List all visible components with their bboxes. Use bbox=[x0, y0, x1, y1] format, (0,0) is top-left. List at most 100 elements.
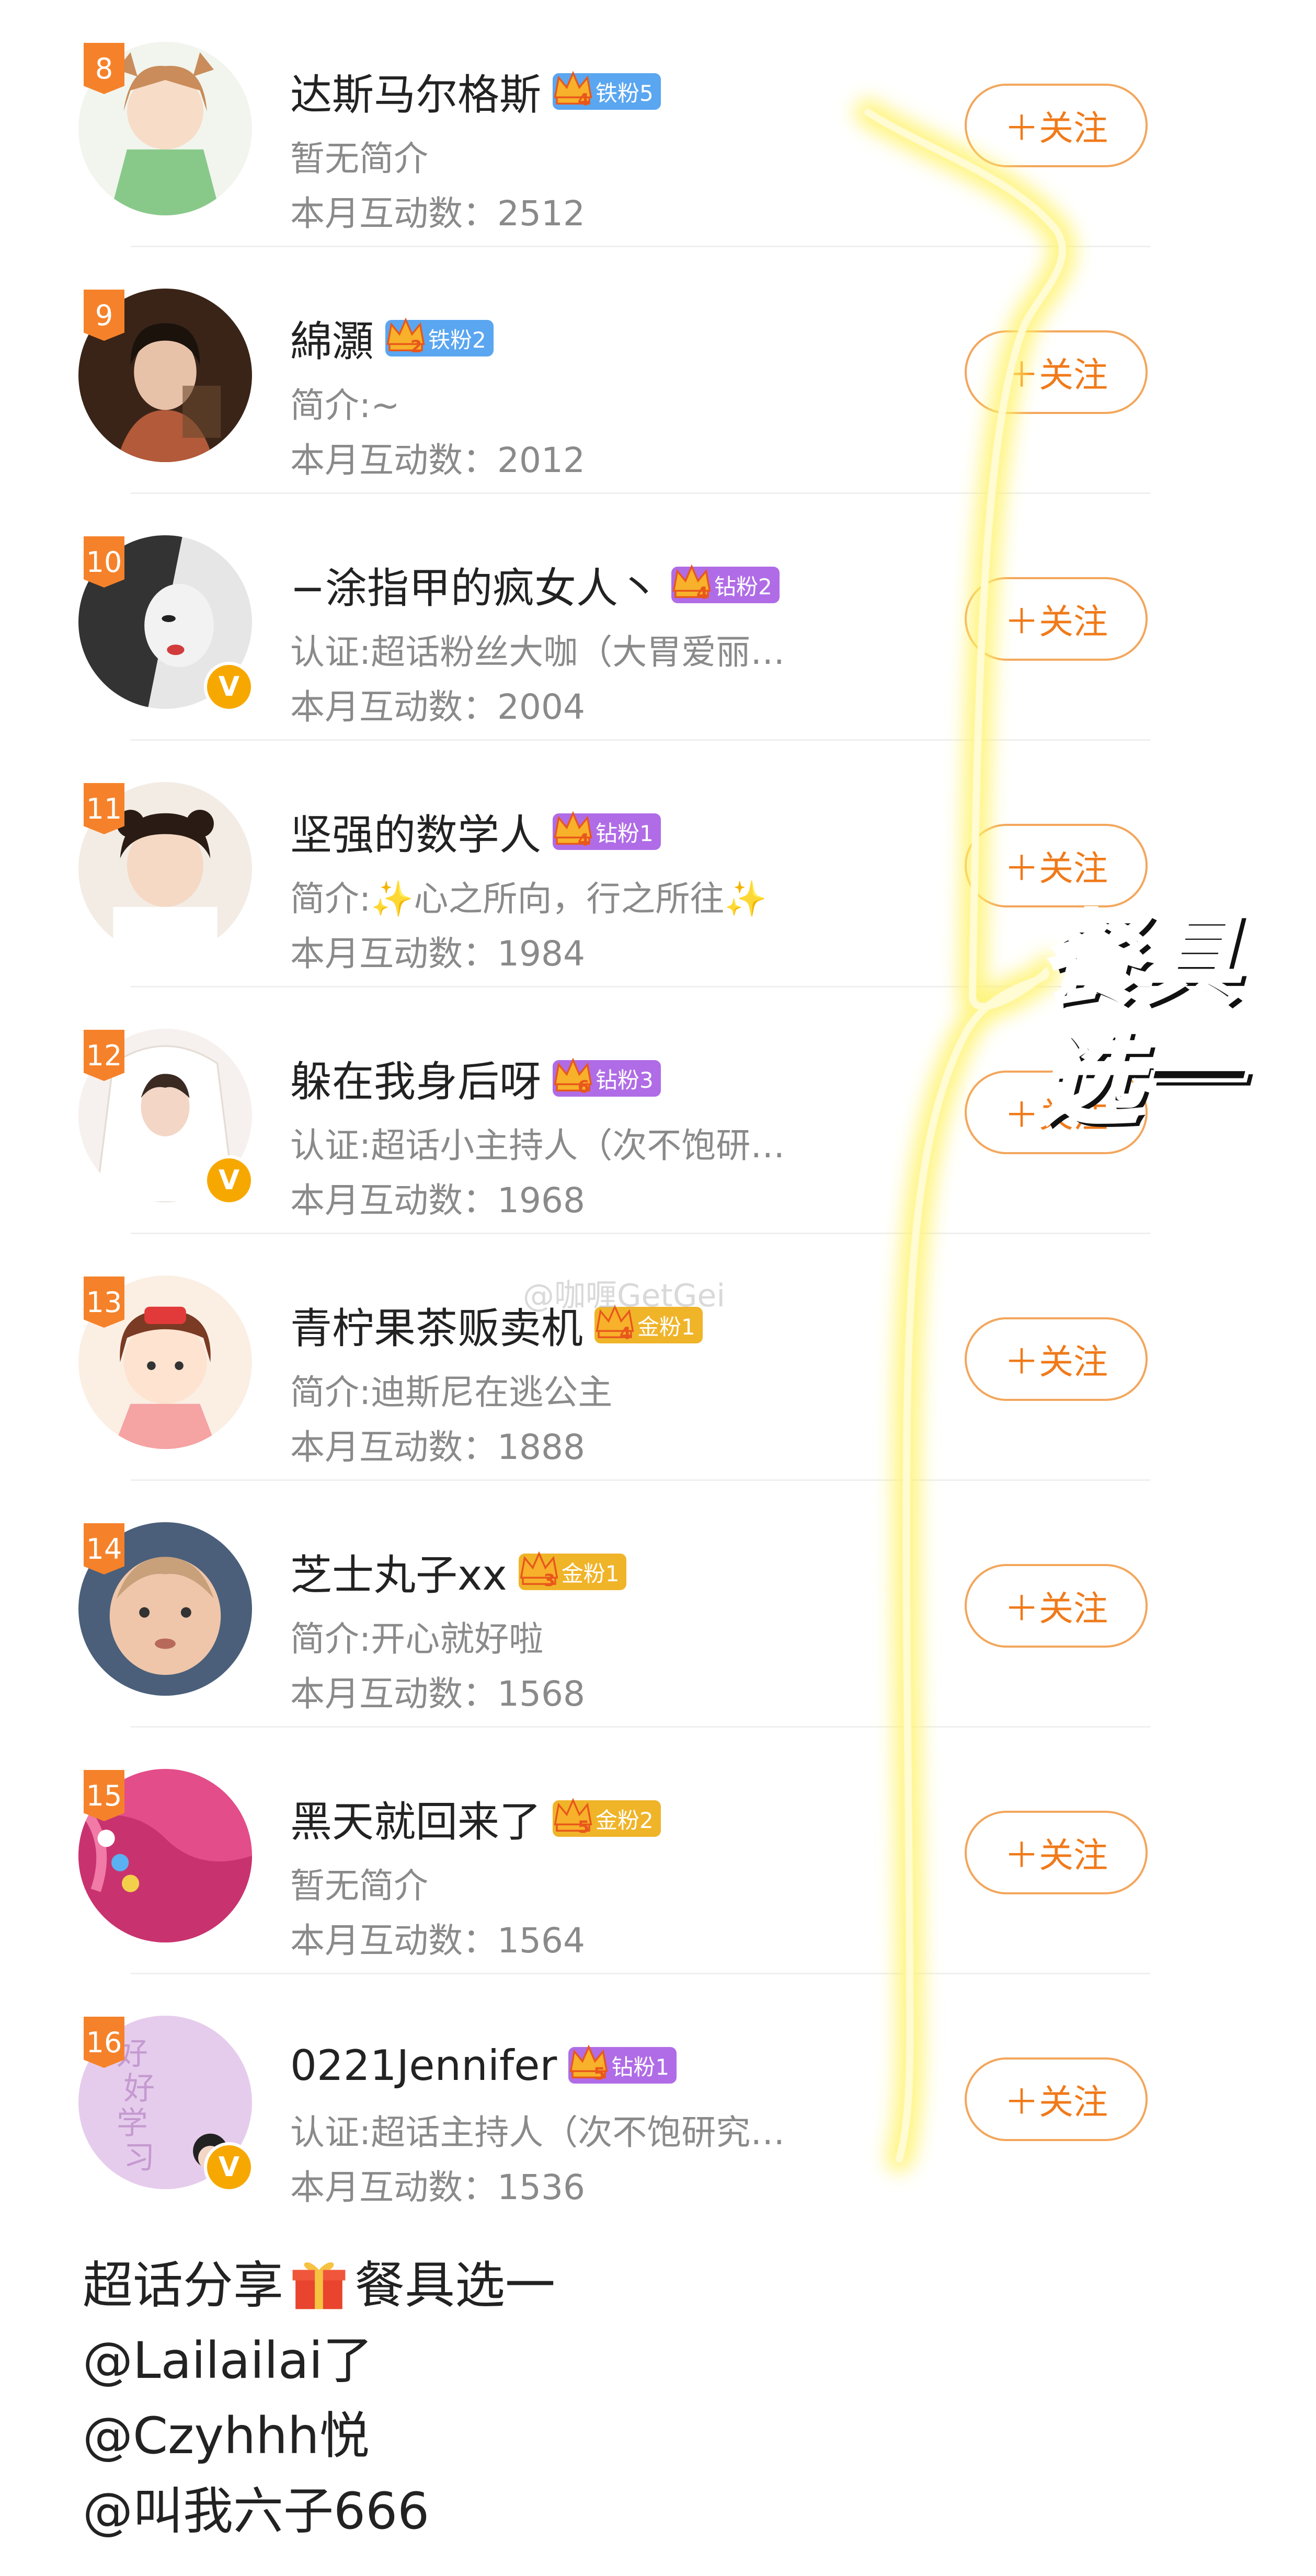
user-description: 认证:超话粉丝大咖（大胃爱丽… bbox=[290, 632, 785, 672]
mention-liuzi[interactable]: @叫我六子666 bbox=[83, 2474, 555, 2549]
user-row[interactable]: 15 黑天就回来了 5 金粉2 暂无简介 本月互动数：1564 ＋关注 bbox=[0, 1727, 1316, 1974]
fan-level-number: 4 bbox=[620, 1324, 632, 1343]
rank-badge: 15 bbox=[84, 1770, 124, 1821]
interaction-count: 本月互动数：1568 bbox=[290, 1666, 585, 1716]
user-row[interactable]: 9 綿灝 2 铁粉2 简介:~ 本月互动数：2012 ＋关注 bbox=[0, 247, 1316, 494]
user-row[interactable]: 10 V −涂指甲的疯女人丶 4 钻粉2 认证:超话粉丝大咖（大胃爱丽… 本月互… bbox=[0, 493, 1316, 741]
interaction-count: 本月互动数：1564 bbox=[290, 1913, 585, 1963]
caption-line-1b: 餐具选一 bbox=[354, 2256, 555, 2315]
user-name[interactable]: 綿灝 bbox=[290, 308, 374, 369]
fan-level-number: 2 bbox=[410, 337, 422, 356]
follow-button[interactable]: ＋关注 bbox=[965, 84, 1148, 167]
fan-level-number: 5 bbox=[593, 2064, 605, 2084]
user-name[interactable]: 达斯马尔格斯 bbox=[290, 61, 541, 122]
user-name[interactable]: 黑天就回来了 bbox=[290, 1788, 541, 1849]
fan-level-badge: 6 钻粉3 bbox=[553, 1057, 661, 1097]
name-line: 达斯马尔格斯 4 铁粉5 bbox=[290, 63, 661, 120]
fan-level-number: 3 bbox=[543, 1570, 555, 1590]
count-value: 1568 bbox=[497, 1674, 585, 1714]
user-description: 暂无简介 bbox=[290, 1866, 428, 1906]
user-description: 简介:开心就好啦 bbox=[290, 1619, 544, 1659]
interaction-count: 本月互动数：2512 bbox=[290, 186, 585, 236]
count-label: 本月互动数： bbox=[290, 1674, 497, 1714]
user-description: 暂无简介 bbox=[290, 139, 428, 179]
follow-button[interactable]: ＋关注 bbox=[965, 824, 1148, 907]
user-row[interactable]: 8 达斯马尔格斯 4 铁粉5 暂无简介 本月互动数：2512 ＋关注 bbox=[0, 0, 1316, 247]
rank-badge: 16 bbox=[84, 2017, 124, 2068]
svg-text:习: 习 bbox=[123, 2140, 155, 2176]
fan-level-badge: 2 铁粉2 bbox=[385, 317, 494, 356]
count-value: 2512 bbox=[497, 193, 585, 234]
name-line: −涂指甲的疯女人丶 4 钻粉2 bbox=[290, 556, 780, 614]
gift-icon bbox=[290, 2253, 348, 2312]
name-line: 坚强的数学人 4 钻粉1 bbox=[290, 803, 661, 860]
interaction-count: 本月互动数：2004 bbox=[290, 679, 585, 729]
user-description: 简介:迪斯尼在逃公主 bbox=[290, 1372, 613, 1412]
rank-badge: 14 bbox=[84, 1523, 124, 1574]
count-value: 1564 bbox=[497, 1920, 585, 1961]
user-row[interactable]: 好 好 学 习 16 V 0221Jennifer 5 钻粉1 认证:超话主持人… bbox=[0, 1974, 1316, 2221]
post-caption: 超话分享 餐具选一 @Lailailai了 @Czyhhh悦 @叫我六子666 bbox=[83, 2248, 555, 2549]
overlay-sticker-text: 餐具 选一 bbox=[1038, 899, 1241, 1140]
name-line: 綿灝 2 铁粉2 bbox=[290, 309, 494, 367]
fan-level-text: 钻粉3 bbox=[596, 1067, 654, 1093]
interaction-count: 本月互动数：1536 bbox=[290, 2159, 585, 2210]
name-line: 黑天就回来了 5 金粉2 bbox=[290, 1790, 661, 1847]
fan-level-number: 6 bbox=[578, 1077, 590, 1097]
mention-lailailai[interactable]: @Lailailai了 bbox=[83, 2323, 555, 2398]
overlay-line-1: 餐具 bbox=[1038, 899, 1241, 1019]
name-line: 芝士丸子xx 3 金粉1 bbox=[290, 1542, 627, 1602]
follow-button[interactable]: ＋关注 bbox=[965, 577, 1148, 661]
caption-line-1a: 超话分享 bbox=[83, 2256, 283, 2315]
user-row[interactable]: 14 芝士丸子xx 3 金粉1 简介:开心就好啦 本月互动数：1568 ＋关注 bbox=[0, 1480, 1316, 1728]
mention-czyhhh[interactable]: @Czyhhh悦 bbox=[83, 2398, 555, 2474]
fan-level-number: 4 bbox=[578, 90, 590, 110]
fan-level-badge: 5 钻粉1 bbox=[568, 2044, 677, 2084]
follow-button[interactable]: ＋关注 bbox=[965, 1564, 1148, 1648]
svg-text:学: 学 bbox=[117, 2106, 148, 2142]
rank-badge: 9 bbox=[84, 290, 124, 341]
interaction-count: 本月互动数：1984 bbox=[290, 926, 585, 976]
user-name[interactable]: 0221Jennifer bbox=[290, 2041, 557, 2090]
user-description: 简介:~ bbox=[290, 385, 400, 426]
fan-level-badge: 4 铁粉5 bbox=[553, 71, 661, 110]
count-value: 1536 bbox=[497, 2167, 585, 2207]
follow-button[interactable]: ＋关注 bbox=[965, 2057, 1148, 2141]
fan-level-badge: 5 金粉2 bbox=[553, 1798, 661, 1837]
count-value: 2004 bbox=[497, 687, 585, 727]
name-line: 躲在我身后呀 6 钻粉3 bbox=[290, 1050, 661, 1107]
count-label: 本月互动数： bbox=[290, 2167, 497, 2207]
fan-level-text: 金粉1 bbox=[561, 1560, 620, 1586]
svg-text:好: 好 bbox=[123, 2071, 155, 2107]
count-value: 2012 bbox=[497, 440, 585, 480]
count-label: 本月互动数： bbox=[290, 1427, 497, 1467]
count-value: 1888 bbox=[497, 1427, 585, 1467]
overlay-line-2: 选一 bbox=[1038, 1019, 1241, 1139]
count-label: 本月互动数： bbox=[290, 440, 497, 480]
fan-level-text: 铁粉5 bbox=[596, 80, 654, 106]
user-description: 简介:✨心之所向，行之所往✨ bbox=[290, 879, 768, 919]
user-name[interactable]: 芝士丸子xx bbox=[290, 1542, 507, 1602]
count-value: 1984 bbox=[497, 934, 585, 974]
fan-level-text: 钻粉1 bbox=[596, 820, 654, 846]
count-label: 本月互动数： bbox=[290, 193, 497, 234]
follow-button[interactable]: ＋关注 bbox=[965, 1317, 1148, 1401]
verified-icon: V bbox=[204, 662, 254, 712]
fan-level-badge: 4 钻粉1 bbox=[553, 811, 661, 850]
follow-button[interactable]: ＋关注 bbox=[965, 1811, 1148, 1894]
count-label: 本月互动数： bbox=[290, 687, 497, 727]
fan-level-text: 钻粉1 bbox=[611, 2054, 670, 2080]
name-line: 0221Jennifer 5 钻粉1 bbox=[290, 2037, 677, 2094]
user-name[interactable]: 坚强的数学人 bbox=[290, 801, 541, 862]
count-label: 本月互动数： bbox=[290, 1180, 497, 1221]
rank-badge: 13 bbox=[84, 1276, 124, 1328]
user-name[interactable]: −涂指甲的疯女人丶 bbox=[290, 555, 660, 615]
follow-button[interactable]: ＋关注 bbox=[965, 330, 1148, 414]
rank-badge: 10 bbox=[84, 536, 124, 588]
user-description: 认证:超话小主持人（次不饱研… bbox=[290, 1125, 785, 1166]
fan-level-text: 金粉2 bbox=[596, 1807, 654, 1833]
rank-badge: 11 bbox=[84, 783, 124, 834]
user-name[interactable]: 躲在我身后呀 bbox=[290, 1048, 541, 1109]
interaction-count: 本月互动数：1968 bbox=[290, 1172, 585, 1223]
rank-badge: 12 bbox=[84, 1030, 124, 1081]
